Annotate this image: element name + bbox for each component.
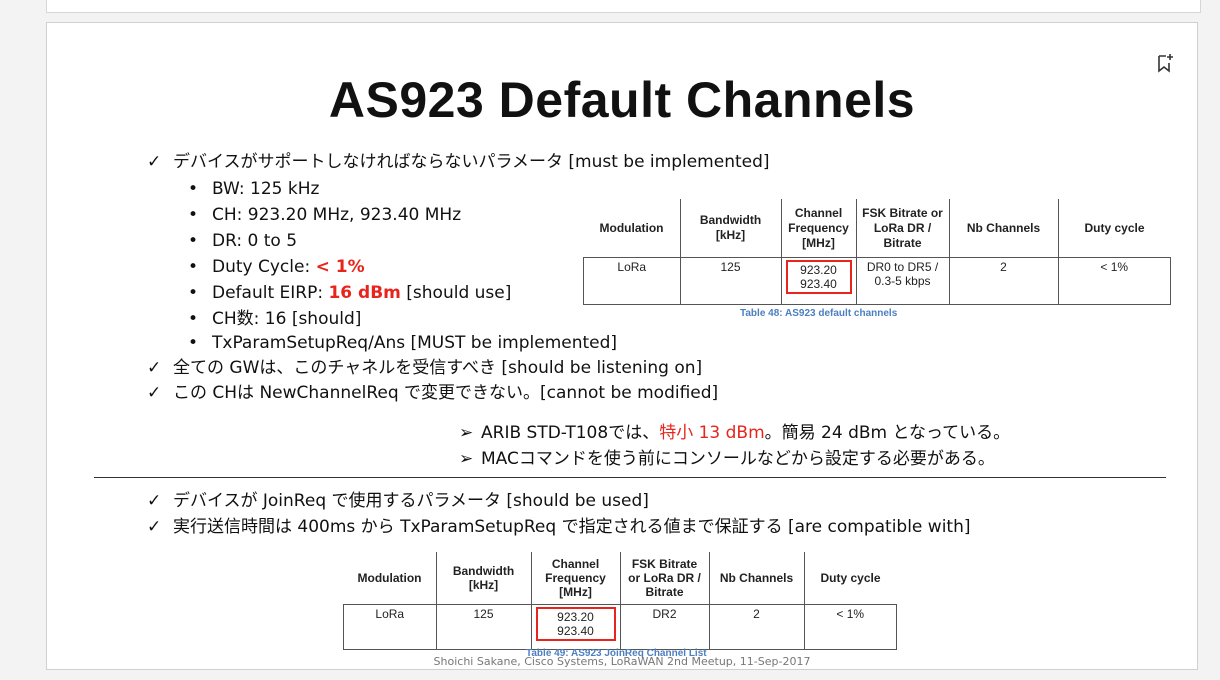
- col-modulation: Modulation: [343, 552, 437, 605]
- col-nb-channels: Nb Channels: [948, 199, 1059, 258]
- divider-line: [94, 477, 1166, 478]
- table-caption: Table 48: AS923 default channels: [740, 308, 898, 319]
- default-channels-table: Modulation Bandwidth [kHz] Channel Frequ…: [583, 199, 1171, 305]
- col-modulation: Modulation: [583, 199, 681, 258]
- bullet-item: • CH: 923.20 MHz, 923.40 MHz: [188, 205, 462, 225]
- bullet-item: • DR: 0 to 5: [188, 231, 298, 251]
- col-bandwidth: Bandwidth [kHz]: [435, 552, 532, 605]
- bullet-dot: •: [188, 333, 199, 353]
- bullet-item: • CH数: 16 [should]: [188, 309, 362, 329]
- bullet-item: • Default EIRP: 16 dBm [should use]: [188, 283, 512, 303]
- cell-duty-cycle: < 1%: [1057, 257, 1171, 305]
- bullet-dot: •: [188, 257, 199, 277]
- check-item: ✓ デバイスが JoinReq で使用するパラメータ [should be use…: [147, 491, 649, 511]
- col-bitrate: FSK Bitrate or LoRa DR / Bitrate: [855, 199, 950, 258]
- check-item: ✓ 実行送信時間は 400ms から TxParamSetupReq で指定される…: [147, 517, 971, 537]
- check-item: ✓ 全ての GWは、このチャネルを受信すべき [should be listeni…: [147, 358, 703, 378]
- eirp-value: 16 dBm: [328, 283, 401, 303]
- col-duty-cycle: Duty cycle: [1057, 199, 1171, 258]
- cell-nb-channels: 2: [948, 257, 1059, 305]
- frequency-highlight-box: 923.20 923.40: [535, 607, 616, 641]
- note-item: ➢ ARIB STD-T108では、特小 13 dBm。簡易 24 dBm となっ…: [459, 423, 1011, 443]
- cell-bandwidth: 125: [679, 257, 782, 305]
- table-row: LoRa 125 923.20 923.40 DR2 2 < 1%: [343, 604, 897, 650]
- note-item: ➢ MACコマンドを使う前にコンソールなどから設定する必要がある。: [459, 449, 995, 469]
- col-frequency: Channel Frequency [MHz]: [780, 199, 857, 258]
- checkmark-icon: ✓: [147, 152, 162, 172]
- bullet-dot: •: [188, 205, 199, 225]
- cell-duty-cycle: < 1%: [803, 604, 897, 650]
- cell-bitrate: DR0 to DR5 / 0.3-5 kbps: [855, 257, 950, 305]
- cell-modulation: LoRa: [343, 604, 437, 650]
- checkmark-icon: ✓: [147, 491, 162, 511]
- cell-bitrate: DR2: [619, 604, 710, 650]
- table-row: LoRa 125 923.20 923.40 DR0 to DR5 / 0.3-…: [583, 257, 1171, 305]
- joinreq-channel-table: Modulation Bandwidth [kHz] Channel Frequ…: [343, 552, 897, 650]
- slide: AS923 Default Channels ✓ デバイスがサポートしなければなら…: [46, 22, 1198, 670]
- col-bandwidth: Bandwidth [kHz]: [679, 199, 782, 258]
- frequency-highlight-box: 923.20 923.40: [785, 260, 852, 294]
- bullet-dot: •: [188, 179, 199, 199]
- checkmark-icon: ✓: [147, 383, 162, 403]
- table-header-row: Modulation Bandwidth [kHz] Channel Frequ…: [343, 552, 897, 605]
- checkmark-icon: ✓: [147, 517, 162, 537]
- col-nb-channels: Nb Channels: [708, 552, 805, 605]
- arib-power-value: 特小 13 dBm: [659, 423, 765, 443]
- table-header-row: Modulation Bandwidth [kHz] Channel Frequ…: [583, 199, 1171, 258]
- slide-footer: Shoichi Sakane, Cisco Systems, LoRaWAN 2…: [433, 655, 811, 668]
- bullet-item: • Duty Cycle: < 1%: [188, 257, 365, 277]
- check-item: ✓ この CHは NewChannelReq で変更できない。[cannot be…: [147, 383, 719, 403]
- bullet-item: • BW: 125 kHz: [188, 179, 320, 199]
- duty-cycle-value: < 1%: [315, 257, 365, 277]
- bullet-dot: •: [188, 231, 199, 251]
- col-bitrate: FSK Bitrate or LoRa DR / Bitrate: [619, 552, 710, 605]
- cell-frequency: 923.20 923.40: [780, 257, 857, 305]
- cell-nb-channels: 2: [708, 604, 805, 650]
- bullet-dot: •: [188, 283, 199, 303]
- previous-slide-edge: [46, 0, 1201, 13]
- col-duty-cycle: Duty cycle: [803, 552, 897, 605]
- cell-modulation: LoRa: [583, 257, 681, 305]
- checkmark-icon: ✓: [147, 358, 162, 378]
- slide-title: AS923 Default Channels: [328, 72, 916, 128]
- bullet-dot: •: [188, 309, 199, 329]
- check-item: ✓ デバイスがサポートしなければならないパラメータ [must be implem…: [147, 152, 770, 172]
- col-frequency: Channel Frequency [MHz]: [530, 552, 621, 605]
- cell-bandwidth: 125: [435, 604, 532, 650]
- bullet-item: • TxParamSetupReq/Ans [MUST be implemente…: [188, 333, 618, 353]
- arrowhead-bullet-icon: ➢: [459, 449, 474, 469]
- arrowhead-bullet-icon: ➢: [459, 423, 474, 443]
- cell-frequency: 923.20 923.40: [530, 604, 621, 650]
